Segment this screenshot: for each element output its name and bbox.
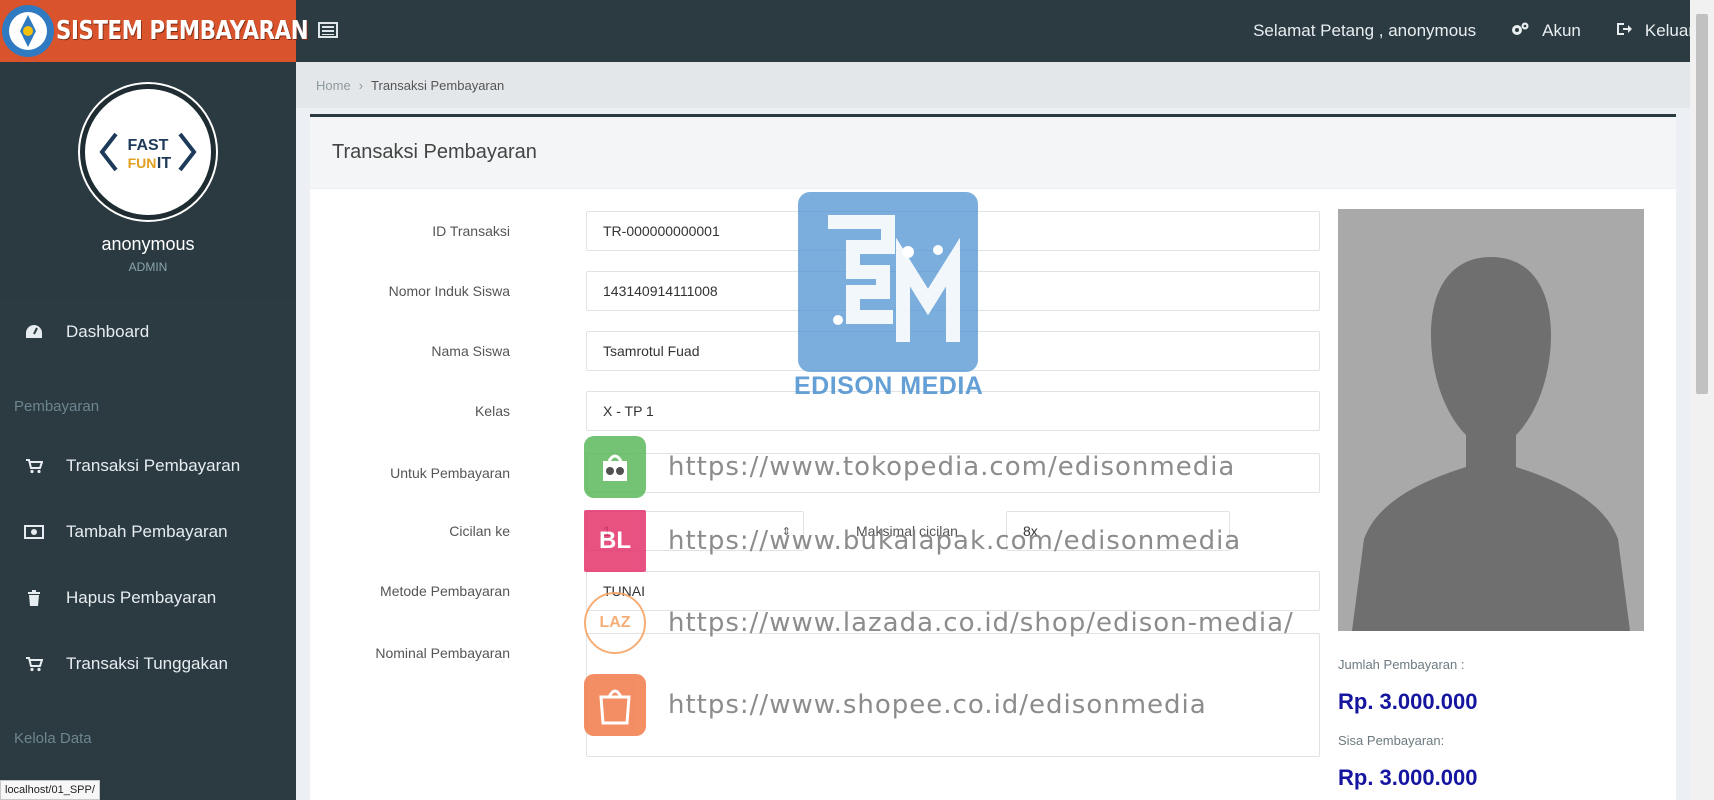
svg-text:FAST: FAST — [128, 137, 169, 154]
panel-header: Transaksi Pembayaran — [310, 117, 1676, 189]
label-kelas: Kelas — [474, 403, 510, 419]
watermark-lazada-row: LAZ https://www.lazada.co.id/shop/edison… — [584, 592, 1294, 654]
brand-logo-icon — [0, 0, 56, 62]
watermark-tokopedia-row: https://www.tokopedia.com/edisonmedia — [584, 436, 1235, 498]
user-name: anonymous — [101, 234, 195, 254]
cart-icon — [24, 654, 44, 674]
trash-icon — [24, 588, 44, 608]
menu-header-kelola-data: Kelola Data — [14, 730, 92, 747]
label-nominal-pembayaran: Nominal Pembayaran — [375, 645, 510, 661]
top-navbar: SISTEM PEMBAYARAN Selamat Petang , anony… — [0, 0, 1714, 62]
label-id-transaksi: ID Transaksi — [432, 223, 510, 239]
account-menu[interactable]: Akun — [1510, 21, 1581, 42]
lazada-url: https://www.lazada.co.id/shop/edison-med… — [668, 608, 1294, 638]
student-photo — [1338, 209, 1644, 631]
sidebar-item-hapus-pembayaran[interactable]: Hapus Pembayaran — [0, 578, 296, 618]
bukalapak-icon: BL — [584, 510, 646, 572]
edison-media-logo-icon — [798, 192, 978, 372]
label-nama-siswa: Nama Siswa — [431, 343, 510, 359]
shopee-icon — [584, 674, 646, 736]
sidebar-item-label: Transaksi Pembayaran — [66, 456, 241, 475]
sidebar: FAST FUN IT anonymous ADMIN Dashboard Pe… — [0, 62, 296, 800]
jumlah-pembayaran-value: Rp. 3.000.000 — [1338, 689, 1478, 714]
account-label: Akun — [1542, 21, 1581, 40]
menu-header-pembayaran: Pembayaran — [14, 398, 100, 415]
sidebar-item-dashboard[interactable]: Dashboard — [0, 312, 296, 352]
watermark-shopee-row: https://www.shopee.co.id/edisonmedia — [584, 674, 1207, 736]
money-icon — [24, 522, 44, 542]
watermark-bukalapak-row: BL https://www.bukalapak.com/edisonmedia — [584, 510, 1241, 572]
shopee-url: https://www.shopee.co.id/edisonmedia — [668, 690, 1207, 720]
brand[interactable]: SISTEM PEMBAYARAN — [0, 0, 309, 62]
dashboard-icon — [24, 322, 44, 342]
sisa-pembayaran-value: Rp. 3.000.000 — [1338, 765, 1478, 790]
sidebar-item-label: Transaksi Tunggakan — [66, 654, 228, 673]
app-title: SISTEM PEMBAYARAN — [56, 16, 309, 46]
page-scrollbar[interactable] — [1690, 0, 1714, 800]
logout-button[interactable]: Keluar — [1615, 21, 1694, 42]
sisa-pembayaran-label: Sisa Pembayaran: — [1338, 733, 1445, 748]
label-untuk-pembayaran: Untuk Pembayaran — [390, 465, 510, 481]
label-nis: Nomor Induk Siswa — [388, 283, 510, 299]
sidebar-item-label: Hapus Pembayaran — [66, 588, 217, 607]
svg-text:FUN: FUN — [128, 155, 157, 171]
breadcrumb-separator: › — [358, 77, 364, 93]
jumlah-pembayaran-label: Jumlah Pembayaran : — [1338, 657, 1465, 672]
breadcrumb: Home › Transaksi Pembayaran — [296, 62, 1690, 108]
page-title: Transaksi Pembayaran — [332, 141, 537, 163]
logout-label: Keluar — [1644, 21, 1694, 40]
sidebar-item-transaksi-pembayaran[interactable]: Transaksi Pembayaran — [0, 446, 296, 486]
cart-icon — [24, 456, 44, 476]
browser-status-bar: localhost/01_SPP/ — [0, 780, 100, 800]
sidebar-item-transaksi-tunggakan[interactable]: Transaksi Tunggakan — [0, 644, 296, 684]
user-role: ADMIN — [128, 260, 168, 274]
label-metode-pembayaran: Metode Pembayaran — [380, 583, 510, 599]
bukalapak-url: https://www.bukalapak.com/edisonmedia — [668, 526, 1242, 556]
user-panel: FAST FUN IT anonymous ADMIN — [0, 62, 296, 300]
breadcrumb-home-link[interactable]: Home — [316, 78, 351, 93]
breadcrumb-current: Transaksi Pembayaran — [371, 77, 505, 93]
sidebar-item-label: Tambah Pembayaran — [66, 522, 228, 541]
svg-text:IT: IT — [157, 155, 171, 172]
tokopedia-icon — [584, 436, 646, 498]
greeting-text: Selamat Petang , anonymous — [1253, 21, 1477, 40]
person-silhouette-icon — [1352, 257, 1630, 631]
cogs-icon — [1510, 21, 1530, 42]
sidebar-toggle-icon[interactable] — [318, 21, 338, 39]
tokopedia-url: https://www.tokopedia.com/edisonmedia — [668, 452, 1236, 482]
sign-out-icon — [1615, 21, 1633, 42]
lazada-icon: LAZ — [584, 592, 646, 654]
sidebar-item-label: Dashboard — [66, 322, 150, 341]
sidebar-item-tambah-pembayaran[interactable]: Tambah Pembayaran — [0, 512, 296, 552]
label-cicilan-ke: Cicilan ke — [449, 523, 510, 539]
edison-media-brand: EDISON MEDIA — [794, 372, 984, 400]
avatar: FAST FUN IT — [80, 84, 216, 220]
scrollbar-thumb[interactable] — [1696, 14, 1708, 394]
